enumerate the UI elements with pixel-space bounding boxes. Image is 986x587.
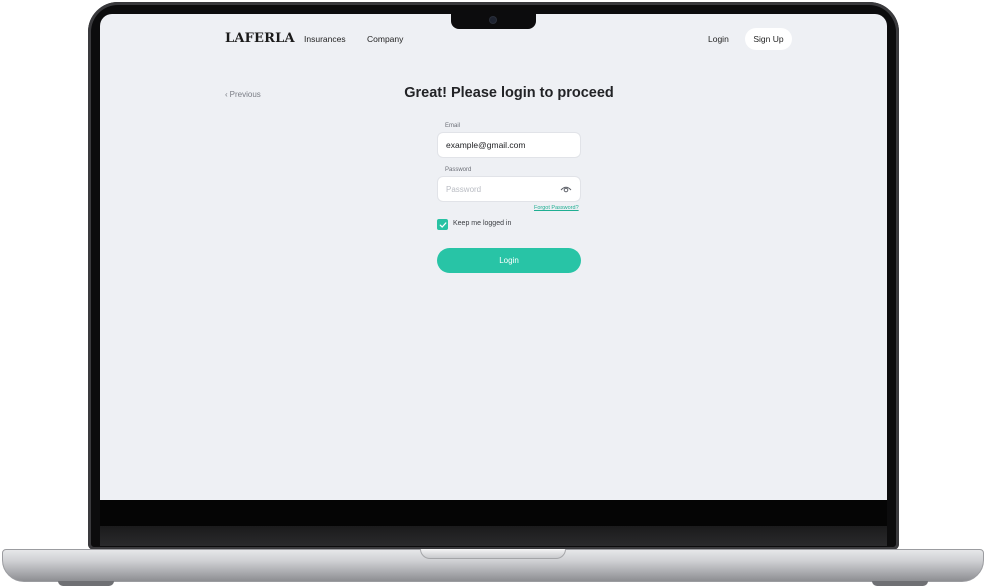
laptop-foot-left [58, 581, 114, 586]
email-label: Email [445, 123, 461, 129]
page-title: Great! Please login to proceed [404, 85, 614, 101]
signup-button[interactable]: Sign Up [745, 28, 792, 50]
email-field[interactable]: example@gmail.com [437, 132, 581, 158]
screen-bottom-bezel [100, 500, 887, 526]
laptop-foot-right [872, 581, 928, 586]
laptop-hinge [100, 526, 887, 546]
checkmark-icon [439, 221, 446, 228]
forgot-password-link[interactable]: Forgot Password? [534, 205, 579, 211]
keep-logged-in-checkbox[interactable] [437, 219, 448, 230]
keep-logged-in-label: Keep me logged in [453, 220, 512, 227]
password-placeholder: Password [446, 184, 482, 194]
laptop-opening-notch [420, 549, 566, 559]
nav-link-insurances[interactable]: Insurances [304, 34, 346, 44]
email-value: example@gmail.com [446, 140, 526, 150]
camera-lens [490, 17, 496, 23]
nav-login-link[interactable]: Login [708, 34, 729, 44]
eye-icon[interactable] [560, 185, 572, 194]
nav-link-company[interactable]: Company [367, 34, 403, 44]
laptop-screen: LAFERLA Insurances Company Login Sign Up… [100, 14, 887, 500]
login-submit-button[interactable]: Login [437, 248, 581, 273]
password-field[interactable]: Password [437, 176, 581, 202]
password-label: Password [445, 167, 472, 173]
brand-logo[interactable]: LAFERLA [225, 31, 295, 46]
